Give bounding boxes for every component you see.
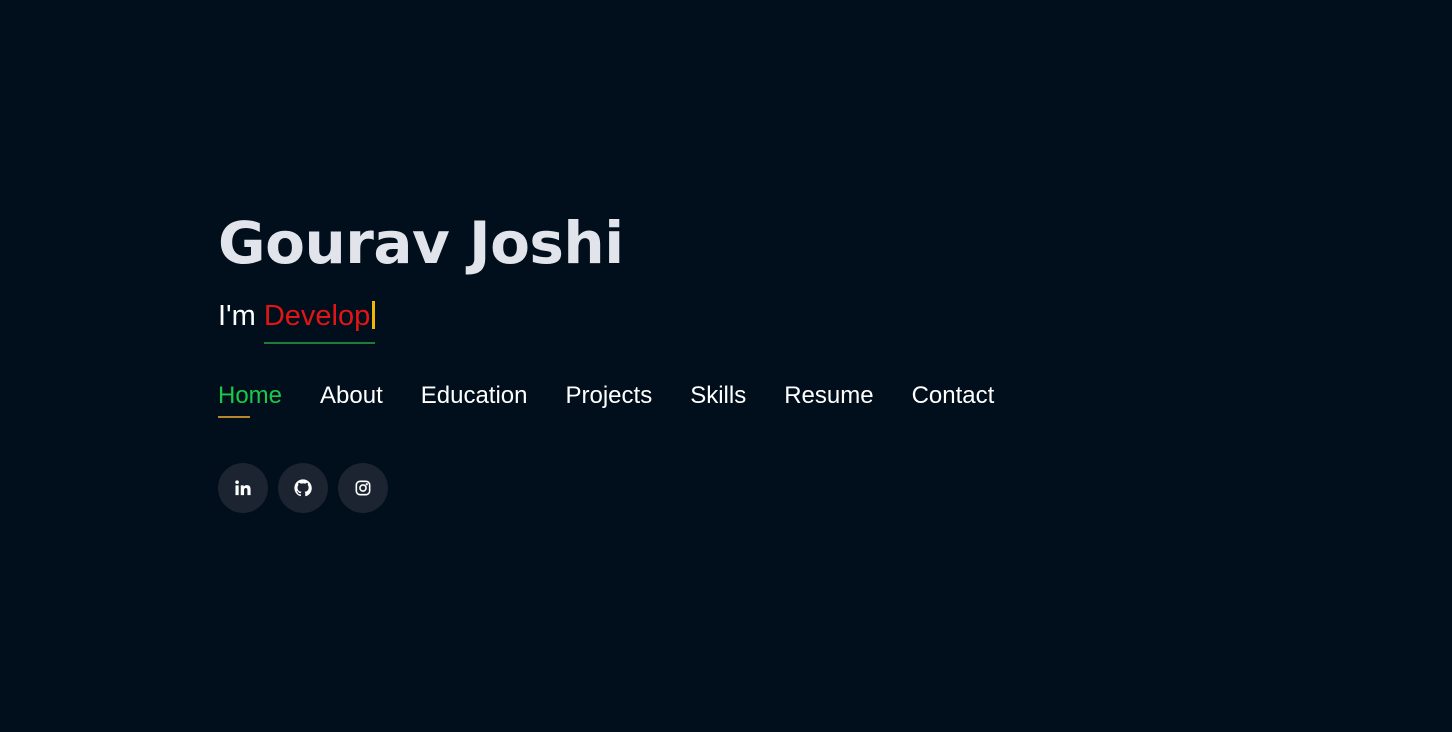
nav-item-education[interactable]: Education: [421, 378, 528, 414]
nav-item-home[interactable]: Home: [218, 378, 282, 418]
instagram-button[interactable]: [338, 463, 388, 513]
tagline-prefix: I'm: [218, 300, 264, 332]
typed-text-wrapper: Develop: [263, 296, 376, 344]
linkedin-button[interactable]: [218, 463, 268, 513]
nav-item-contact[interactable]: Contact: [912, 378, 995, 414]
main-nav: Home About Education Projects Skills Res…: [218, 378, 1032, 418]
social-links: [218, 463, 398, 513]
instagram-icon: [355, 480, 371, 496]
hero-tagline: I'm Develop: [218, 296, 376, 344]
linkedin-icon: [234, 479, 252, 497]
hero-section: Gourav Joshi I'm Develop Home About Educ…: [218, 0, 1218, 732]
nav-item-projects[interactable]: Projects: [566, 378, 653, 414]
nav-item-skills[interactable]: Skills: [690, 378, 746, 414]
hero-name: Gourav Joshi: [218, 209, 624, 277]
typing-cursor: [372, 301, 376, 329]
nav-item-about[interactable]: About: [320, 378, 383, 414]
typed-text: Develop: [263, 300, 371, 332]
github-button[interactable]: [278, 463, 328, 513]
nav-item-resume[interactable]: Resume: [784, 378, 873, 414]
github-icon: [294, 479, 312, 497]
